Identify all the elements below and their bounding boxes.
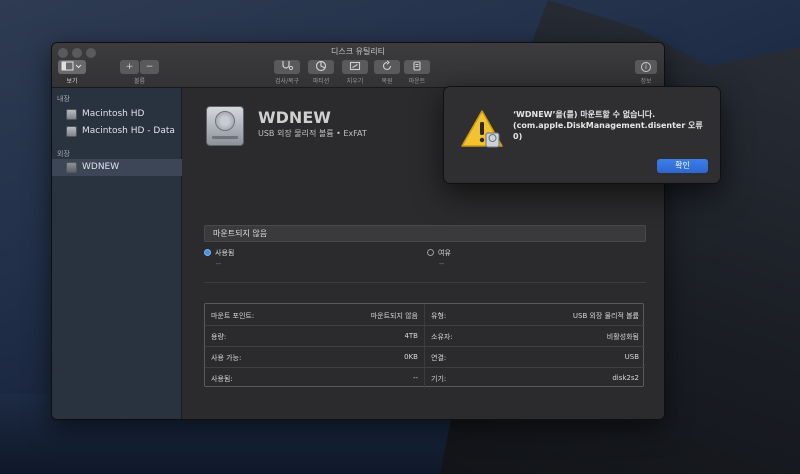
- restore-icon: [382, 60, 392, 71]
- first-aid-button[interactable]: [274, 60, 300, 74]
- sidebar-icon: [61, 61, 82, 71]
- sidebar-item-wdnew[interactable]: WDNEW: [52, 159, 182, 176]
- mount-error-alert: ‘WDNEW’을(를) 마운트할 수 없습니다. (com.apple.Disk…: [443, 86, 721, 184]
- used-legend-value: --: [216, 260, 222, 268]
- free-legend-dot: [427, 249, 434, 256]
- separator: [204, 282, 646, 283]
- restore-button[interactable]: [374, 60, 400, 74]
- erase-icon: [349, 61, 361, 71]
- ok-button[interactable]: 확인: [657, 159, 708, 173]
- view-button[interactable]: [58, 60, 86, 74]
- sidebar-section-internal: 내장: [57, 95, 70, 103]
- internal-disk-icon: [66, 109, 77, 120]
- alert-message: ‘WDNEW’을(를) 마운트할 수 없습니다. (com.apple.Disk…: [513, 110, 703, 141]
- mount-icon: [413, 61, 421, 71]
- volume-name: WDNEW: [258, 108, 331, 127]
- sidebar-item-label: WDNEW: [82, 162, 120, 172]
- sidebar-item-label: Macintosh HD - Data: [82, 126, 175, 136]
- remove-volume-button[interactable]: −: [140, 60, 159, 74]
- mount-button[interactable]: [404, 60, 430, 74]
- free-legend-value: --: [439, 260, 445, 268]
- warning-icon: [461, 110, 503, 148]
- sidebar-item-macintosh-hd[interactable]: Macintosh HD: [52, 106, 182, 123]
- info-icon: i: [641, 62, 651, 72]
- window-title: 디스크 유틸리티: [330, 47, 386, 56]
- usage-bar: 마운트되지 않음: [204, 225, 646, 242]
- partition-label: 파티션: [312, 78, 330, 85]
- sidebar-item-macintosh-hd-data[interactable]: Macintosh HD - Data: [52, 123, 182, 140]
- used-legend-dot: [204, 249, 211, 256]
- mount-label: 마운트: [408, 78, 426, 85]
- volume-label: 볼륨: [133, 78, 146, 85]
- partition-icon: [315, 60, 327, 72]
- sidebar-item-label: Macintosh HD: [82, 109, 145, 119]
- free-legend-label: 여유: [438, 249, 451, 257]
- volume-info-table: 마운트 포인트: 마운트되지 않음 용량: 4TB 사용 가능: 0KB 사용됨: --…: [204, 303, 645, 388]
- add-volume-button[interactable]: +: [120, 60, 139, 74]
- info-button[interactable]: i: [635, 60, 657, 74]
- partition-button[interactable]: [308, 60, 334, 74]
- internal-disk-icon: [66, 126, 77, 137]
- sidebar-section-external: 외장: [57, 150, 70, 158]
- external-disk-icon: [66, 162, 77, 173]
- stethoscope-icon: [282, 61, 294, 71]
- view-label: 보기: [66, 78, 78, 85]
- sidebar: 내장 Macintosh HD Macintosh HD - Data 외장 W…: [52, 88, 182, 419]
- info-label: 정보: [640, 78, 652, 85]
- volume-subtitle: USB 외장 물리적 볼륨 • ExFAT: [258, 129, 367, 138]
- external-drive-icon: [206, 106, 244, 146]
- erase-button[interactable]: [342, 60, 368, 74]
- used-legend-label: 사용됨: [215, 249, 235, 257]
- toolbar: 디스크 유틸리티 보기 + − 볼륨 검사/복구 파티션 지우기 복원 마운트 …: [52, 43, 664, 88]
